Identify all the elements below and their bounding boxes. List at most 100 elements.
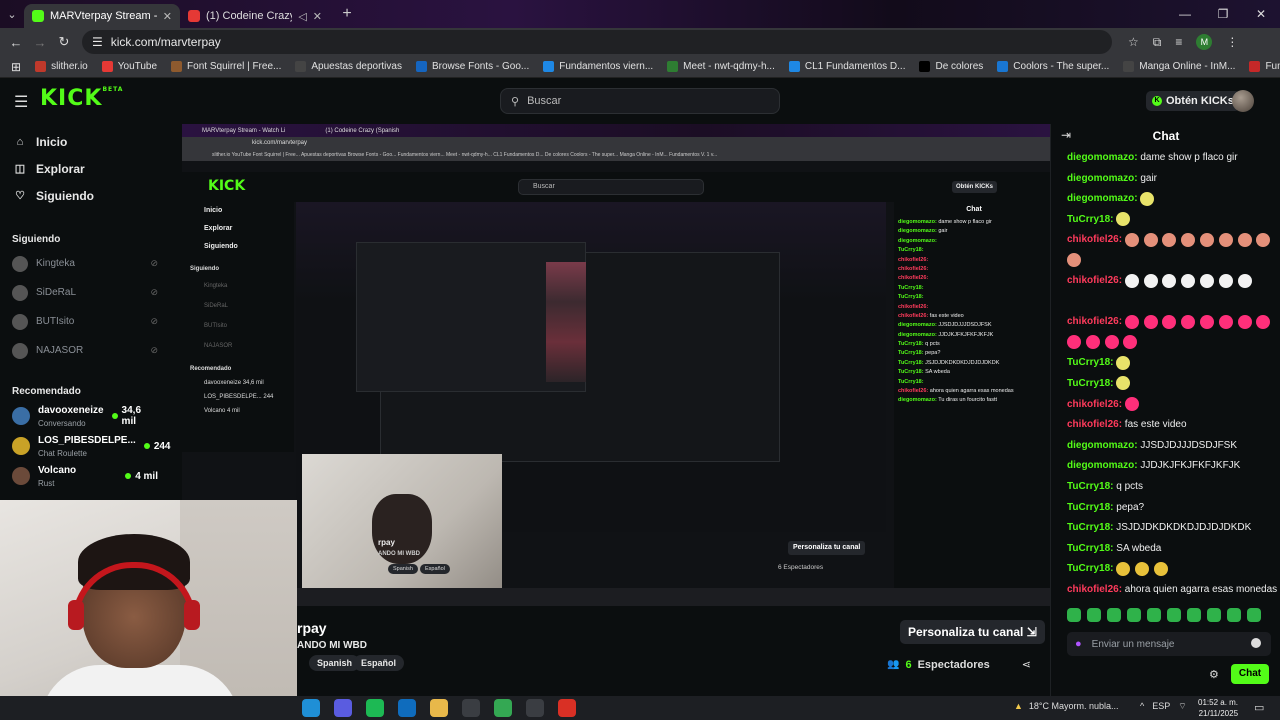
emote-shortcut-icon[interactable]: [1247, 608, 1261, 622]
collapse-chat-icon[interactable]: ⇥: [1061, 128, 1071, 142]
recommended-item[interactable]: LOS_PIBESDELPE... Chat Roulette 244: [0, 431, 172, 461]
chat-username[interactable]: chikofiel26:: [1067, 419, 1122, 430]
tag-espanol[interactable]: Español: [353, 655, 405, 671]
maximize-icon[interactable]: ❐: [1204, 7, 1242, 21]
media-control-icon[interactable]: ≡: [1175, 35, 1182, 49]
following-item[interactable]: SiDeRaL ⊘: [0, 278, 172, 307]
wifi-icon[interactable]: ⌔: [1178, 701, 1186, 712]
stream-video-player[interactable]: MARVterpay Stream - Watch Li (1) Codeine …: [182, 124, 1050, 606]
taskbar-app-icon[interactable]: [366, 699, 384, 717]
chat-username[interactable]: TuCrry18:: [1067, 214, 1114, 225]
language-indicator[interactable]: ESP: [1152, 701, 1170, 712]
back-icon[interactable]: ←: [4, 35, 28, 50]
chat-username[interactable]: TuCrry18:: [1067, 502, 1114, 513]
emote-shortcut-icon[interactable]: [1167, 608, 1181, 622]
tray-arrow-icon[interactable]: ^: [1140, 701, 1144, 712]
recommended-item[interactable]: davooxeneize Conversando 34,6 mil: [0, 401, 172, 431]
chat-username[interactable]: diegomomazo:: [1067, 460, 1138, 471]
bookmark-item[interactable]: Fundamentos V. 1 v...: [1242, 61, 1280, 72]
chat-message-input[interactable]: ● Enviar un mensaje: [1067, 632, 1271, 656]
bookmark-item[interactable]: Meet - nwt-qdmy-h...: [660, 61, 782, 72]
chat-settings-icon[interactable]: ⚙: [1209, 668, 1219, 681]
chat-username[interactable]: chikofiel26:: [1067, 584, 1122, 595]
url-bar[interactable]: ☰ kick.com/marvterpay: [82, 30, 1112, 54]
bookmark-item[interactable]: YouTube: [95, 61, 164, 72]
forward-icon[interactable]: →: [28, 35, 52, 50]
chat-username[interactable]: chikofiel26:: [1067, 399, 1122, 410]
hamburger-menu-icon[interactable]: ☰: [14, 92, 28, 112]
chat-send-button[interactable]: Chat: [1231, 664, 1269, 684]
emote-shortcut-icon[interactable]: [1227, 608, 1241, 622]
bookmark-item[interactable]: Fundamentos viern...: [536, 61, 660, 72]
chat-username[interactable]: chikofiel26:: [1067, 234, 1122, 245]
following-item[interactable]: NAJASOR ⊘: [0, 336, 172, 365]
chat-username[interactable]: diegomomazo:: [1067, 440, 1138, 451]
taskbar-app-icon[interactable]: [302, 699, 320, 717]
chat-username[interactable]: chikofiel26:: [1067, 316, 1122, 327]
emote-shortcut-icon[interactable]: [1087, 608, 1101, 622]
recommended-item[interactable]: Volcano Rust 4 mil: [0, 461, 172, 491]
get-kicks-button[interactable]: K Obtén KICKs: [1146, 91, 1240, 111]
search-input[interactable]: ⚲ Buscar: [500, 88, 780, 114]
emote-shortcut-icon[interactable]: [1207, 608, 1221, 622]
chat-username[interactable]: TuCrry18:: [1067, 522, 1114, 533]
bookmark-item[interactable]: Apuestas deportivas: [288, 61, 409, 72]
mute-tab-icon[interactable]: ◁: [298, 10, 306, 23]
emote-shortcut-icon[interactable]: [1147, 608, 1161, 622]
site-info-icon[interactable]: ☰: [92, 35, 103, 49]
chat-username[interactable]: chikofiel26:: [1067, 275, 1122, 286]
bookmark-item[interactable]: Manga Online - InM...: [1116, 61, 1242, 72]
emote-shortcut-icon[interactable]: [1187, 608, 1201, 622]
microphone-icon[interactable]: ●: [1075, 638, 1082, 650]
notifications-icon[interactable]: ▭: [1254, 701, 1264, 714]
chat-username[interactable]: TuCrry18:: [1067, 357, 1114, 368]
following-item[interactable]: BUTIsito ⊘: [0, 307, 172, 336]
clock[interactable]: 01:52 a. m. 21/11/2025: [1198, 697, 1238, 719]
nav-siguiendo[interactable]: ♡ Siguiendo: [0, 182, 172, 209]
bookmark-item[interactable]: CL1 Fundamentos D...: [782, 61, 913, 72]
following-item[interactable]: Kingteka ⊘: [0, 249, 172, 278]
chat-username[interactable]: TuCrry18:: [1067, 378, 1114, 389]
taskbar-app-icon[interactable]: [526, 699, 544, 717]
bookmark-item[interactable]: Font Squirrel | Free...: [164, 61, 288, 72]
user-avatar[interactable]: [1232, 90, 1254, 112]
bookmark-item[interactable]: De colores: [912, 61, 990, 72]
close-tab-icon[interactable]: ✕: [163, 10, 172, 23]
share-icon[interactable]: ⋖: [1022, 658, 1031, 671]
taskbar-app-icon[interactable]: [462, 699, 480, 717]
taskbar-app-icon[interactable]: [558, 699, 576, 717]
chat-username[interactable]: diegomomazo:: [1067, 193, 1138, 204]
emote-shortcut-icon[interactable]: [1127, 608, 1141, 622]
customize-channel-button[interactable]: Personaliza tu canal ⇲: [900, 620, 1045, 644]
tab-marvterpay[interactable]: MARVterpay Stream - Watch Li ✕: [24, 4, 180, 28]
reload-icon[interactable]: ↻: [52, 34, 76, 50]
kick-logo[interactable]: KICKBETA: [40, 86, 123, 111]
bookmark-star-icon[interactable]: ☆: [1128, 35, 1139, 49]
chat-username[interactable]: TuCrry18:: [1067, 481, 1114, 492]
nav-inicio[interactable]: ⌂ Inicio: [0, 128, 172, 155]
streamer-name[interactable]: rpay: [297, 620, 327, 636]
taskbar-app-icon[interactable]: [494, 699, 512, 717]
emote-shortcut-icon[interactable]: [1067, 608, 1081, 622]
extensions-icon[interactable]: ⧉: [1153, 35, 1162, 50]
bookmark-item[interactable]: slither.io: [28, 61, 95, 72]
emote-shortcut-icon[interactable]: [1107, 608, 1121, 622]
close-tab-icon[interactable]: ✕: [313, 10, 322, 23]
bookmark-item[interactable]: Coolors - The super...: [990, 61, 1116, 72]
tab-search-icon[interactable]: ⌄: [0, 8, 24, 21]
taskbar-app-icon[interactable]: [398, 699, 416, 717]
emoji-picker-icon[interactable]: [1251, 638, 1261, 648]
close-window-icon[interactable]: ✕: [1242, 7, 1280, 21]
weather-widget[interactable]: ▲ 18°C Mayorm. nubla...: [1014, 701, 1119, 711]
tab-codeine-crazy[interactable]: (1) Codeine Crazy (Spanish ◁ ✕: [180, 4, 330, 28]
chat-username[interactable]: TuCrry18:: [1067, 563, 1114, 574]
chat-username[interactable]: diegomomazo:: [1067, 152, 1138, 163]
taskbar-app-icon[interactable]: [334, 699, 352, 717]
profile-avatar-icon[interactable]: M: [1196, 34, 1213, 50]
browser-menu-icon[interactable]: ⋮: [1226, 35, 1238, 49]
taskbar-app-icon[interactable]: [430, 699, 448, 717]
minimize-icon[interactable]: —: [1166, 7, 1204, 21]
nav-explorar[interactable]: ◫ Explorar: [0, 155, 172, 182]
bookmark-item[interactable]: Browse Fonts - Goo...: [409, 61, 536, 72]
apps-grid-icon[interactable]: ⊞: [4, 60, 28, 74]
